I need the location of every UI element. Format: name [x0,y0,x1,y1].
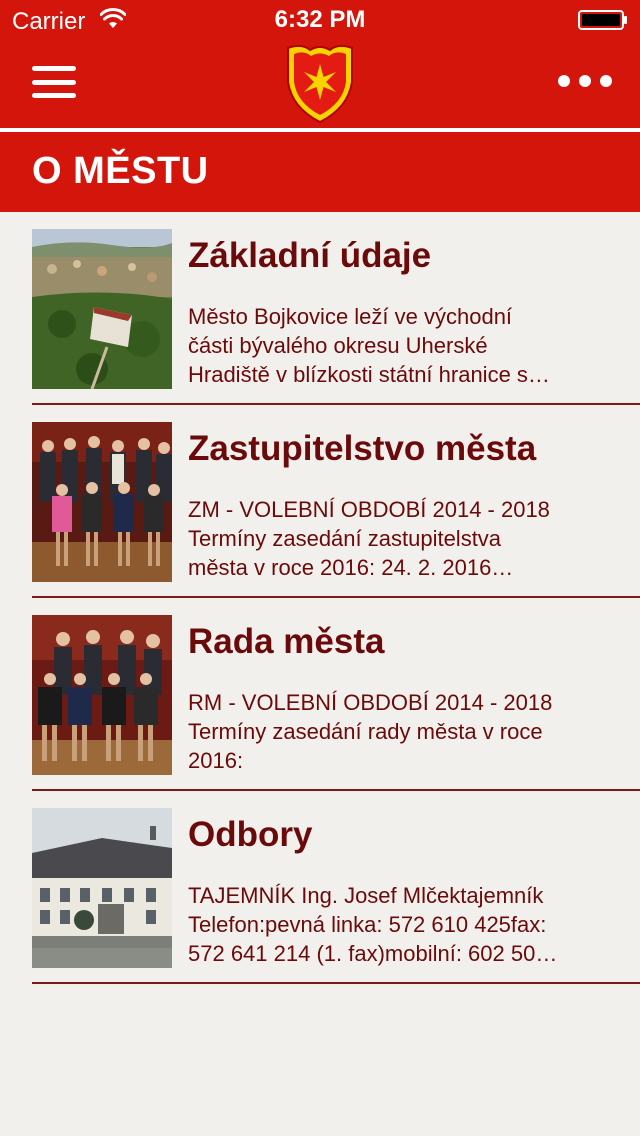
section-title: O MĚSTU [32,150,209,192]
clock: 6:32 PM [274,6,366,33]
aerial-town-photo [32,229,172,389]
item-description: RM - VOLEBNÍ OBDOBÍ 2014 - 2018 Termíny … [188,690,553,773]
item-description: ZM - VOLEBNÍ OBDOBÍ 2014 - 2018 Termíny … [188,497,550,580]
more-dots-icon[interactable] [558,66,612,96]
item-title: Rada města [188,622,385,661]
section-header: O MĚSTU [0,132,640,212]
item-description: Město Bojkovice leží ve východní části b… [188,304,550,387]
town-hall-photo [32,808,172,968]
coat-of-arms-logo[interactable] [282,42,358,124]
item-title: Základní údaje [188,236,432,275]
status-bar: Carrier 6:32 PM [0,0,640,40]
separator [32,982,640,984]
item-title: Odbory [188,815,313,854]
list-item[interactable]: Zastupitelstvo města ZM - VOLEBNÍ OBDOBÍ… [0,405,640,598]
battery-icon [578,10,627,30]
council-group-photo [32,422,172,582]
navigation-bar: Carrier 6:32 PM [0,0,640,128]
list-item[interactable]: Rada města RM - VOLEBNÍ OBDOBÍ 2014 - 20… [0,598,640,791]
board-group-photo [32,615,172,775]
list-item[interactable]: Odbory TAJEMNÍK Ing. Josef Mlčektajemník… [0,791,640,984]
list-item[interactable]: Základní údaje Město Bojkovice leží ve v… [0,212,640,405]
hamburger-menu-icon[interactable] [28,60,80,104]
item-title: Zastupitelstvo města [188,429,537,468]
item-description: TAJEMNÍK Ing. Josef Mlčektajemník Telefo… [188,883,558,966]
